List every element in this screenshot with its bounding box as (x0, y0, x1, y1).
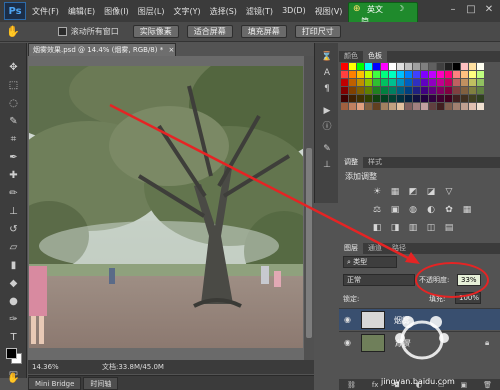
watermark-text: jingyan.baidu.com (381, 377, 455, 386)
opacity-highlight-circle (415, 262, 489, 298)
baidu-watermark-logo (395, 316, 449, 360)
